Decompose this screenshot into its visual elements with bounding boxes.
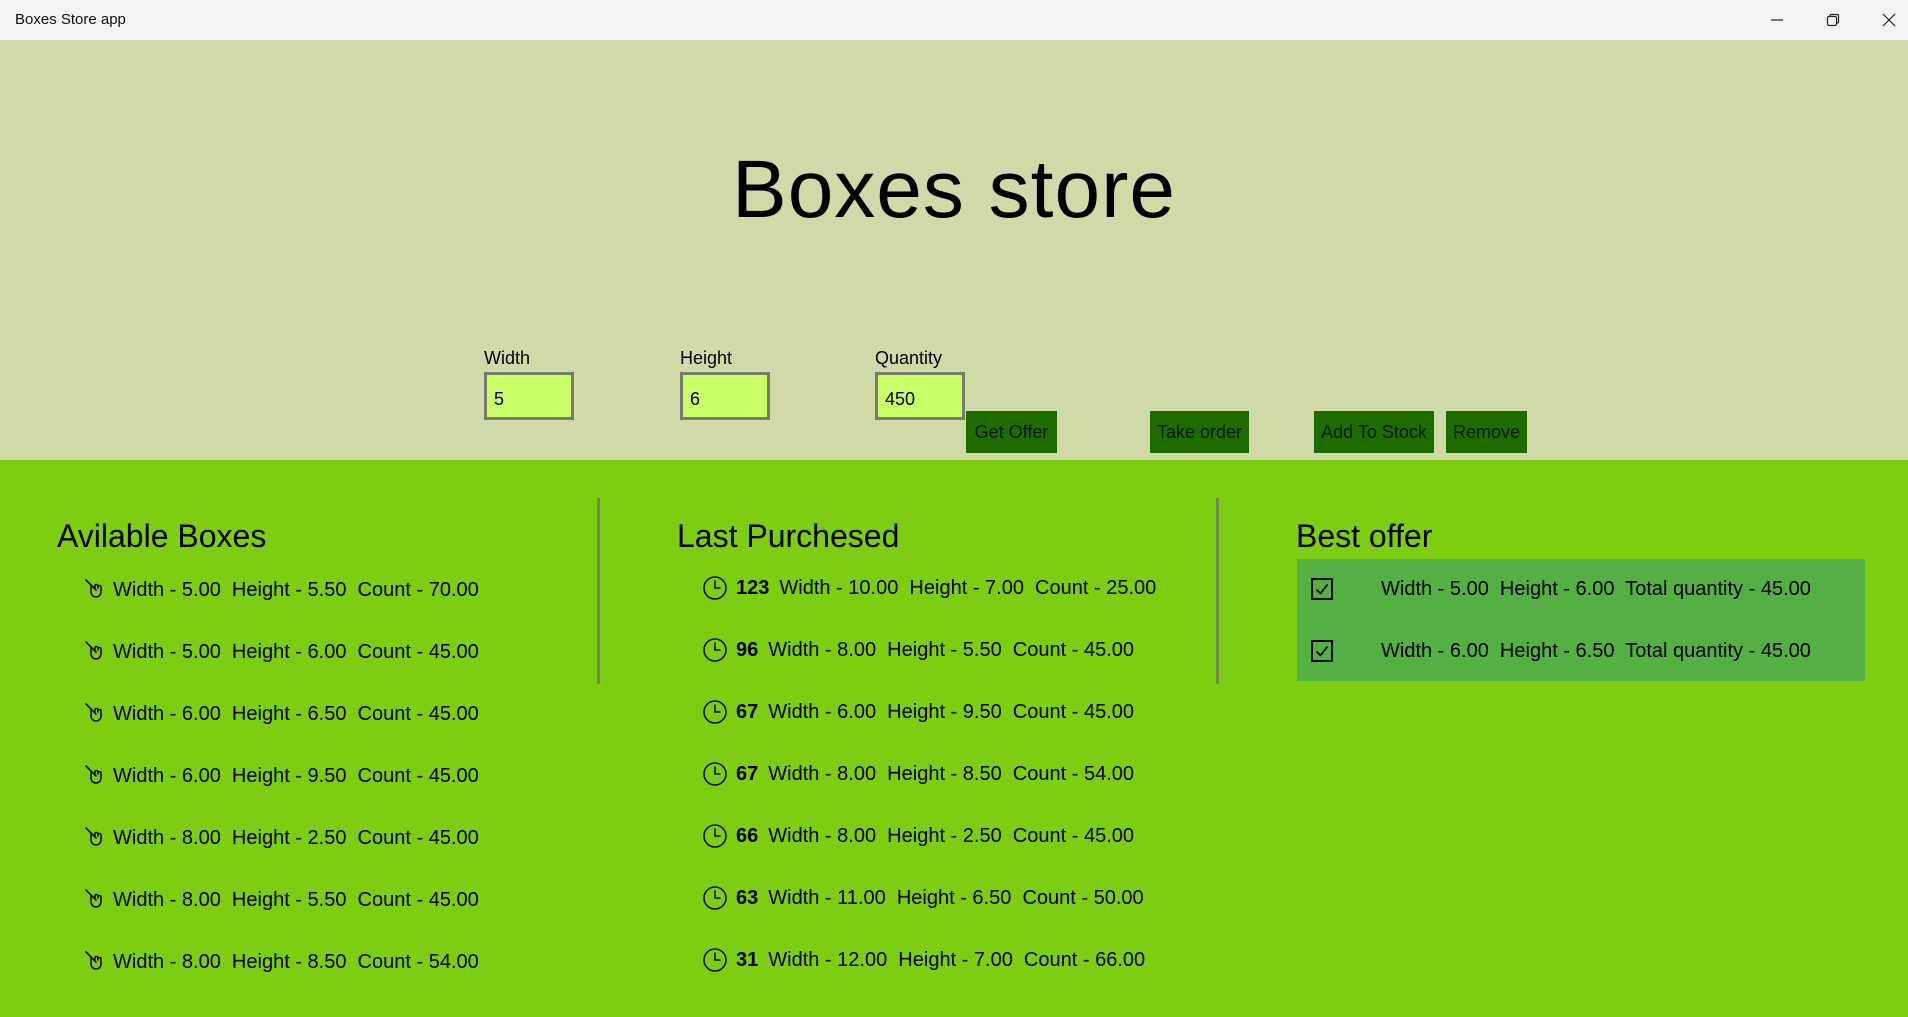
offer-item-text: Width - 6.00 Height - 6.50 Total quantit…: [1381, 639, 1811, 662]
clock-icon: [700, 759, 730, 789]
purchase-number: 31: [736, 948, 759, 971]
list-item-text: Width - 8.00 Height - 5.50 Count - 45.00: [768, 638, 1135, 661]
list-item[interactable]: 67 Width - 6.00 Height - 9.50 Count - 45…: [700, 697, 1134, 727]
list-item-text: Width - 8.00 Height - 2.50 Count - 45.00: [768, 824, 1135, 847]
width-input[interactable]: [484, 372, 574, 420]
purchase-number: 67: [736, 700, 759, 723]
purchase-number: 66: [736, 824, 759, 847]
list-item-text: Width - 5.00 Height - 5.50 Count - 70.00: [113, 578, 479, 601]
checkbox-checked-icon[interactable]: [1311, 578, 1333, 600]
hand-cursor-icon: [81, 761, 111, 791]
purchase-number: 96: [736, 638, 759, 661]
clock-icon: [700, 635, 730, 665]
list-item-text: Width - 11.00 Height - 6.50 Count - 50.0…: [768, 886, 1144, 909]
list-item[interactable]: Width - 5.00 Height - 6.00 Count - 45.00: [81, 637, 479, 667]
list-item[interactable]: 63 Width - 11.00 Height - 6.50 Count - 5…: [700, 883, 1144, 913]
list-item[interactable]: Width - 6.00 Height - 9.50 Count - 45.00: [81, 761, 479, 791]
title-bar: Boxes Store app: [0, 0, 1908, 41]
available-boxes-title: Avilable Boxes: [57, 518, 267, 554]
close-icon: [1882, 13, 1896, 27]
list-item-text: Width - 6.00 Height - 9.50 Count - 45.00: [113, 764, 479, 787]
list-item[interactable]: Width - 5.00 Height - 5.50 Count - 70.00: [81, 575, 479, 605]
purchase-number: 67: [736, 762, 759, 785]
list-item[interactable]: Width - 8.00 Height - 2.50 Count - 45.00: [81, 823, 479, 853]
minimize-button[interactable]: [1749, 0, 1805, 40]
best-offer-title: Best offer: [1296, 518, 1433, 554]
page-title: Boxes store: [732, 144, 1176, 235]
list-item[interactable]: 66 Width - 8.00 Height - 2.50 Count - 45…: [700, 821, 1134, 851]
hand-cursor-icon: [81, 947, 111, 977]
add-to-stock-button[interactable]: Add To Stock: [1314, 411, 1434, 453]
hand-cursor-icon: [81, 699, 111, 729]
offer-item[interactable]: Width - 5.00 Height - 6.00 Total quantit…: [1311, 574, 1811, 604]
restore-icon: [1826, 13, 1840, 27]
offer-item[interactable]: Width - 6.00 Height - 6.50 Total quantit…: [1311, 636, 1811, 666]
list-item[interactable]: 31 Width - 12.00 Height - 7.00 Count - 6…: [700, 945, 1145, 975]
remove-button[interactable]: Remove: [1446, 411, 1527, 453]
column-divider: [597, 498, 600, 684]
quantity-label: Quantity: [875, 348, 943, 368]
list-item[interactable]: Width - 8.00 Height - 5.50 Count - 45.00: [81, 885, 479, 915]
hand-cursor-icon: [81, 823, 111, 853]
list-item-text: Width - 8.00 Height - 2.50 Count - 45.00: [113, 826, 479, 849]
list-item-text: Width - 5.00 Height - 6.00 Count - 45.00: [113, 640, 479, 663]
list-item-text: Width - 6.00 Height - 6.50 Count - 45.00: [113, 702, 479, 725]
column-divider: [1216, 498, 1219, 684]
best-offer-panel: Width - 5.00 Height - 6.00 Total quantit…: [1297, 559, 1865, 681]
clock-icon: [700, 821, 730, 851]
list-item-text: Width - 8.00 Height - 8.50 Count - 54.00: [768, 762, 1135, 785]
last-purchased-title: Last Purchesed: [677, 518, 900, 554]
width-label: Width: [484, 348, 531, 368]
clock-icon: [700, 945, 730, 975]
hand-cursor-icon: [81, 575, 111, 605]
take-order-button[interactable]: Take order: [1150, 411, 1249, 453]
list-item-text: Width - 12.00 Height - 7.00 Count - 66.0…: [768, 948, 1146, 971]
hand-cursor-icon: [81, 885, 111, 915]
height-label: Height: [680, 348, 733, 368]
list-item-text: Width - 10.00 Height - 7.00 Count - 25.0…: [779, 576, 1157, 599]
purchase-number: 63: [736, 886, 759, 909]
list-item-text: Width - 8.00 Height - 8.50 Count - 54.00: [113, 950, 479, 973]
list-item[interactable]: Width - 8.00 Height - 8.50 Count - 54.00: [81, 947, 479, 977]
purchase-number: 123: [736, 576, 770, 599]
get-offer-button[interactable]: Get Offer: [966, 411, 1057, 453]
clock-icon: [700, 883, 730, 913]
window-title: Boxes Store app: [15, 11, 126, 28]
list-item-text: Width - 8.00 Height - 5.50 Count - 45.00: [113, 888, 479, 911]
list-item[interactable]: 67 Width - 8.00 Height - 8.50 Count - 54…: [700, 759, 1134, 789]
list-item[interactable]: 96 Width - 8.00 Height - 5.50 Count - 45…: [700, 635, 1134, 665]
clock-icon: [700, 697, 730, 727]
list-item[interactable]: 123 Width - 10.00 Height - 7.00 Count - …: [700, 573, 1156, 603]
checkbox-checked-icon[interactable]: [1311, 640, 1333, 662]
list-item[interactable]: Width - 6.00 Height - 6.50 Count - 45.00: [81, 699, 479, 729]
clock-icon: [700, 573, 730, 603]
restore-button[interactable]: [1805, 0, 1861, 40]
height-input[interactable]: [680, 372, 770, 420]
close-button[interactable]: [1861, 0, 1908, 40]
hand-cursor-icon: [81, 637, 111, 667]
list-item-text: Width - 6.00 Height - 9.50 Count - 45.00: [768, 700, 1135, 723]
minimize-icon: [1771, 19, 1783, 21]
quantity-input[interactable]: [875, 372, 965, 420]
offer-item-text: Width - 5.00 Height - 6.00 Total quantit…: [1381, 577, 1811, 600]
